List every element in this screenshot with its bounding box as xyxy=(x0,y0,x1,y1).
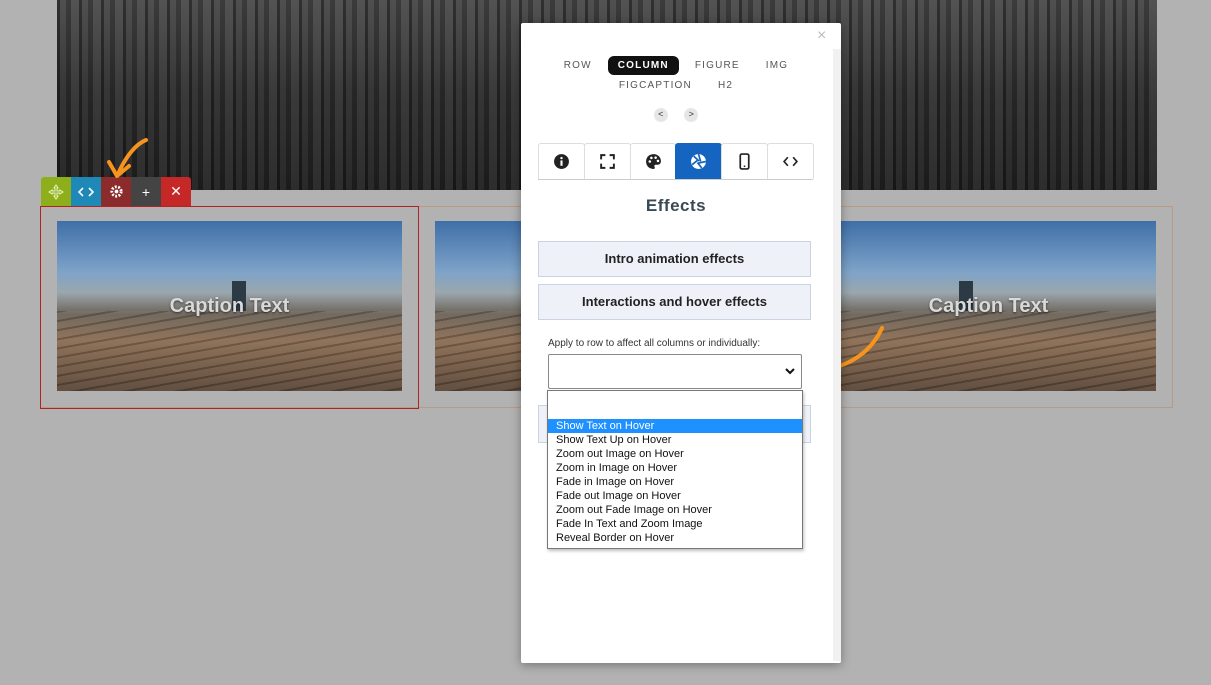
tab-info[interactable] xyxy=(538,143,585,179)
info-icon xyxy=(553,154,569,169)
close-icon: ✕ xyxy=(170,183,182,199)
breadcrumb-row-1: ROW COLUMN FIGURE IMG xyxy=(521,56,831,75)
effects-icon xyxy=(691,153,707,169)
move-icon xyxy=(48,183,64,200)
option-zoom-out-fade-image-on-hover[interactable]: Zoom out Fade Image on Hover xyxy=(548,503,802,517)
figure-caption-3: Caption Text xyxy=(928,295,1049,317)
breadcrumb-h2[interactable]: H2 xyxy=(708,76,743,95)
chevron-down-icon xyxy=(785,368,795,375)
code-icon xyxy=(78,186,94,197)
section-title: Effects xyxy=(645,196,707,215)
breadcrumb-img[interactable]: IMG xyxy=(756,56,799,75)
tab-fullscreen[interactable] xyxy=(583,143,631,179)
settings-modal: × ROW COLUMN FIGURE IMG FIGCAPTION H2 < … xyxy=(521,23,841,663)
option-show-text-on-hover[interactable]: Show Text on Hover xyxy=(548,419,802,433)
code-button[interactable] xyxy=(71,177,101,206)
tab-code[interactable] xyxy=(767,143,814,179)
breadcrumb-figure[interactable]: FIGURE xyxy=(685,56,750,75)
hover-effect-select[interactable] xyxy=(548,354,802,389)
figure-caption-1: Caption Text xyxy=(169,295,290,317)
figure-image-1: Caption Text xyxy=(57,221,402,391)
figure-image-3: Caption Text xyxy=(841,221,1156,391)
select-help-text: Apply to row to affect all columns or in… xyxy=(548,338,761,349)
option-zoom-in-image-on-hover[interactable]: Zoom in Image on Hover xyxy=(548,461,802,475)
delete-button[interactable]: ✕ xyxy=(161,177,191,206)
intro-animation-effects-button[interactable]: Intro animation effects xyxy=(538,241,811,277)
tab-responsive[interactable] xyxy=(721,143,769,179)
palette-icon xyxy=(645,154,661,169)
move-button[interactable] xyxy=(41,177,71,206)
option-fade-out-image-on-hover[interactable]: Fade out Image on Hover xyxy=(548,489,802,503)
modal-scrollbar[interactable] xyxy=(833,49,841,661)
breadcrumb-column[interactable]: COLUMN xyxy=(607,56,679,75)
tab-style[interactable] xyxy=(629,143,677,179)
option-reveal-border-on-hover[interactable]: Reveal Border on Hover xyxy=(548,531,802,545)
code-icon xyxy=(783,156,799,167)
option-show-text-up-on-hover[interactable]: Show Text Up on Hover xyxy=(548,433,802,447)
next-element-button[interactable]: > xyxy=(684,108,699,122)
breadcrumb-row[interactable]: ROW xyxy=(554,56,602,75)
hover-effect-options: Show Text on Hover Show Text Up on Hover… xyxy=(547,390,803,549)
prev-element-button[interactable]: < xyxy=(653,108,668,122)
interactions-hover-effects-button[interactable]: Interactions and hover effects xyxy=(538,284,811,320)
option-zoom-out-image-on-hover[interactable]: Zoom out Image on Hover xyxy=(548,447,802,461)
fullscreen-icon xyxy=(599,154,615,169)
close-icon[interactable]: × xyxy=(817,27,826,45)
option-fade-in-image-on-hover[interactable]: Fade in Image on Hover xyxy=(548,475,802,489)
breadcrumb-figcaption[interactable]: FIGCAPTION xyxy=(609,76,702,95)
gear-icon xyxy=(109,185,123,198)
mobile-icon xyxy=(739,153,750,170)
figure-image-2 xyxy=(435,221,525,391)
breadcrumb-row-2: FIGCAPTION H2 xyxy=(521,76,831,95)
option-empty[interactable] xyxy=(548,391,802,419)
annotation-arrow-gear xyxy=(107,138,148,178)
tab-effects[interactable] xyxy=(675,143,723,179)
option-fade-in-text-and-zoom-image[interactable]: Fade In Text and Zoom Image xyxy=(548,517,802,531)
settings-tabs xyxy=(538,143,814,180)
breadcrumb-nav: < > xyxy=(521,104,831,122)
